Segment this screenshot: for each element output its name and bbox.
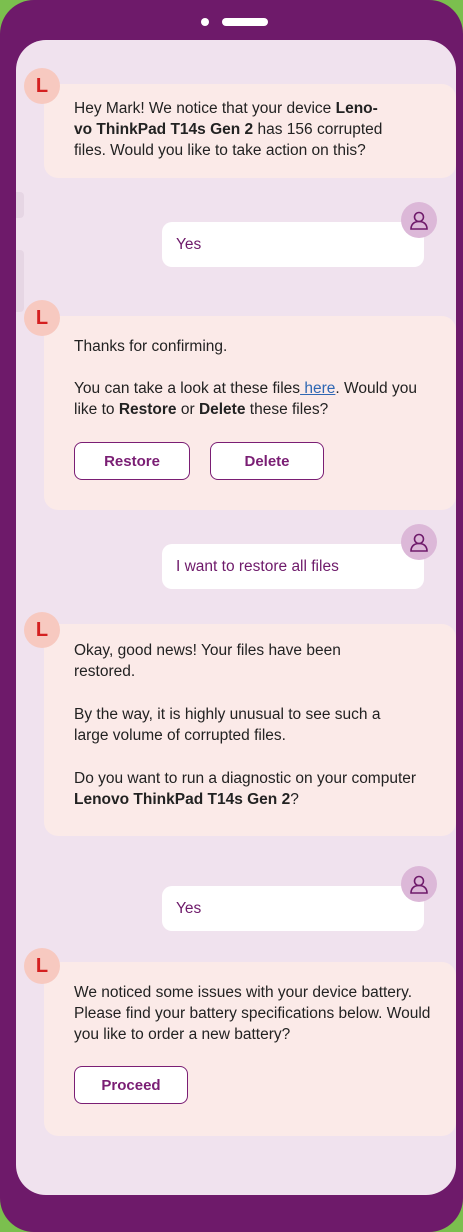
bot-message-text: We noticed some issues with your device … <box>74 984 431 1043</box>
bot-avatar-icon: L <box>24 948 60 984</box>
side-marker <box>16 192 24 218</box>
user-message: Yes <box>162 222 424 267</box>
bot-message-paragraph: By the way, it is highly unusual to see … <box>74 706 381 744</box>
camera-dot <box>201 18 209 26</box>
bot-message: We noticed some issues with your device … <box>44 962 456 1136</box>
phone-frame: Hey Mark! We notice that your device Len… <box>0 0 463 1232</box>
bot-message-text: Hey Mark! We notice that your device Len… <box>74 100 383 159</box>
bot-message: Hey Mark! We notice that your device Len… <box>44 84 456 178</box>
user-message-text: Yes <box>176 899 202 917</box>
user-avatar-icon <box>401 866 437 902</box>
bot-message-paragraph: Do you want to run a diagnostic on your … <box>74 770 417 808</box>
side-marker <box>16 250 24 312</box>
bot-message: Thanks for confirming. You can take a lo… <box>44 316 456 510</box>
restore-button[interactable]: Restore <box>74 442 190 480</box>
bot-message-text: You can take a look at these files here.… <box>74 380 417 418</box>
user-avatar-icon <box>401 202 437 238</box>
delete-button[interactable]: Delete <box>210 442 324 480</box>
user-message: Yes <box>162 886 424 931</box>
chat-screen: Hey Mark! We notice that your device Len… <box>16 40 456 1195</box>
user-message-text: Yes <box>176 235 202 253</box>
files-link[interactable]: here <box>300 380 335 397</box>
bot-message-line: Thanks for confirming. <box>74 338 228 355</box>
user-avatar-icon <box>401 524 437 560</box>
proceed-button[interactable]: Proceed <box>74 1066 188 1104</box>
bot-message: Okay, good news! Your files have been re… <box>44 624 456 836</box>
bot-avatar-icon: L <box>24 612 60 648</box>
bot-avatar-icon: L <box>24 68 60 104</box>
user-avatar-glyph <box>410 211 428 230</box>
user-message-text: I want to restore all files <box>176 557 339 575</box>
user-avatar-glyph <box>410 875 428 894</box>
user-avatar-glyph <box>410 533 428 552</box>
speaker-bar <box>222 18 268 26</box>
bot-avatar-icon: L <box>24 300 60 336</box>
user-message: I want to restore all files <box>162 544 424 589</box>
bot-message-paragraph: Okay, good news! Your files have been re… <box>74 642 341 680</box>
